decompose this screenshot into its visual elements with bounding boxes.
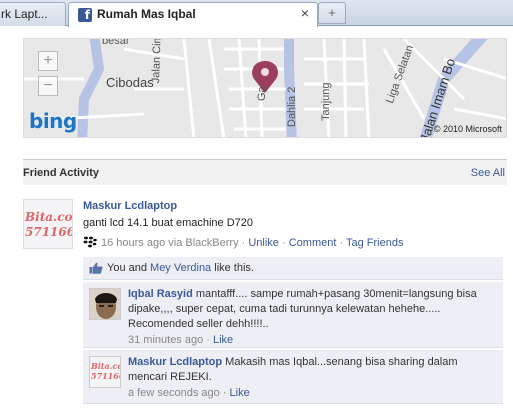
avatar-text: Bita.com: [91, 361, 120, 371]
new-tab-button[interactable]: +: [318, 2, 346, 24]
like-link[interactable]: Like: [213, 334, 233, 346]
tab-label: rk Lapt...: [1, 7, 48, 21]
like-link[interactable]: Like: [230, 387, 250, 399]
blackberry-icon: [83, 236, 97, 248]
tab-active[interactable]: f Rumah Mas Iqbal ×: [68, 2, 318, 27]
tab-previous[interactable]: rk Lapt...: [0, 2, 66, 26]
comment-body: Iqbal Rasyid mantafff.... sampe rumah+pa…: [128, 287, 496, 348]
post-meta: 16 hours ago via BlackBerry · Unlike · C…: [83, 236, 403, 249]
comment-body: Maskur Lcdlaptop Makasih mas Iqbal...sen…: [128, 355, 496, 401]
comment-author-link[interactable]: Maskur Lcdlaptop: [128, 356, 222, 368]
likes-text: You and Mey Verdina like this.: [107, 262, 254, 274]
close-tab-icon[interactable]: ×: [301, 5, 309, 21]
separator: ·: [336, 237, 346, 249]
comment-meta: a few seconds ago · Like: [128, 386, 496, 401]
tag-friends-link[interactable]: Tag Friends: [346, 237, 403, 249]
bing-logo[interactable]: bing: [29, 109, 77, 133]
comment-link[interactable]: Comment: [289, 237, 337, 249]
avatar[interactable]: Bita.com 57116650: [23, 199, 73, 249]
map-copyright: © 2010 Microsoft: [433, 124, 502, 134]
map-label-tanjung: Tanjung: [320, 82, 332, 121]
thumbs-up-icon: [89, 262, 103, 274]
likes-prefix: You and: [107, 262, 151, 274]
liker-link[interactable]: Mey Verdina: [150, 262, 211, 274]
zoom-out-button[interactable]: −: [38, 76, 58, 96]
avatar-photo: [90, 289, 120, 319]
post-text: ganti lcd 14.1 buat emachine D720: [83, 217, 254, 229]
facebook-icon: f: [78, 8, 92, 22]
comment-meta: 31 minutes ago · Like: [128, 333, 496, 348]
likes-suffix: like this.: [211, 262, 254, 274]
separator: ·: [219, 387, 230, 399]
unlike-link[interactable]: Unlike: [248, 237, 279, 249]
section-title: Friend Activity: [23, 167, 99, 179]
post-time: 16 hours ago via BlackBerry: [101, 237, 239, 249]
see-all-link[interactable]: See All: [471, 167, 505, 179]
separator: ·: [203, 334, 213, 346]
avatar-text: 57116650: [91, 371, 120, 381]
avatar[interactable]: [89, 288, 121, 320]
map-label-ga: Ga: [256, 86, 268, 101]
avatar[interactable]: Bita.com 57116650: [89, 356, 121, 388]
comment: Bita.com 57116650 Maskur Lcdlaptop Makas…: [83, 350, 503, 404]
comment: Iqbal Rasyid mantafff.... sampe rumah+pa…: [83, 282, 503, 348]
avatar-text: 57116650: [25, 225, 72, 239]
post-author-link[interactable]: Maskur Lcdlaptop: [83, 200, 177, 212]
likes-box: You and Mey Verdina like this.: [83, 257, 503, 280]
friend-activity-header: Friend Activity See All: [23, 159, 507, 185]
comment-time: a few seconds ago: [128, 387, 220, 399]
tab-label: Rumah Mas Iqbal: [97, 7, 196, 21]
avatar-text: Bita.com: [25, 210, 73, 224]
comment-time: 31 minutes ago: [128, 334, 204, 346]
separator: ·: [278, 237, 289, 249]
comment-author-link[interactable]: Iqbal Rasyid: [128, 288, 193, 300]
browser-tab-bar: rk Lapt... f Rumah Mas Iqbal × +: [0, 0, 513, 27]
zoom-in-button[interactable]: +: [38, 51, 58, 71]
separator: ·: [238, 237, 249, 249]
map-label-besar: besar: [102, 38, 130, 47]
map[interactable]: besar Cibodas Jalan Cimone Gal Ga Dahlia…: [23, 38, 507, 138]
map-label-cibodas: Cibodas: [106, 75, 154, 90]
map-label-dahlia: Dahlia 2: [286, 86, 298, 127]
